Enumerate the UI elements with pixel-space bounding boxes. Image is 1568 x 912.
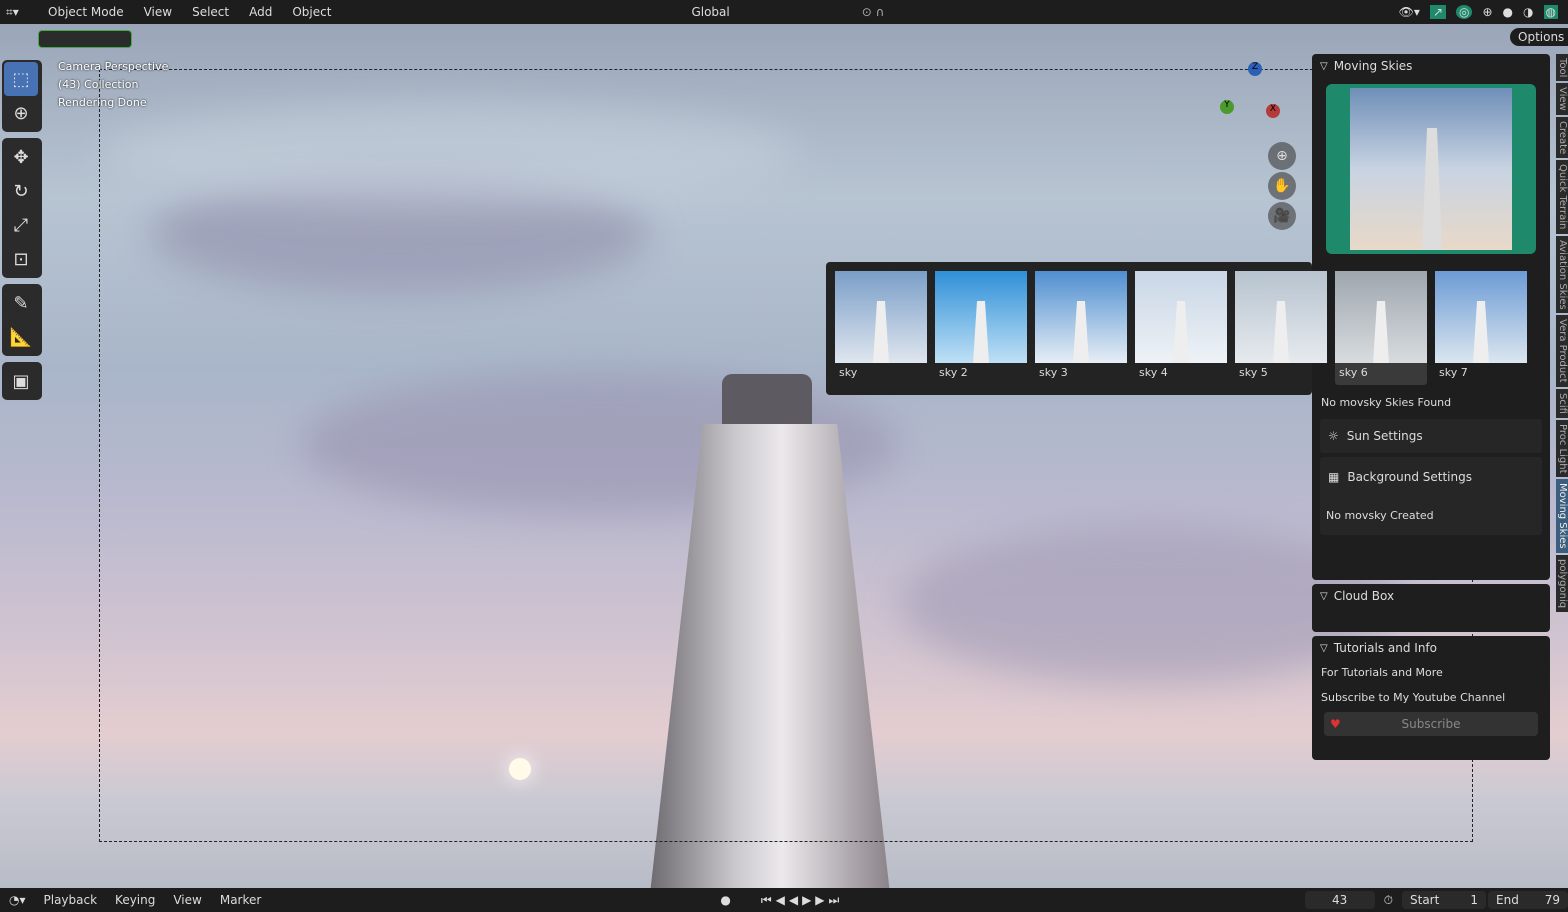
sky-thumbnail[interactable]: sky 3: [1035, 271, 1127, 385]
camera-view-icon[interactable]: 🎥: [1268, 202, 1296, 230]
tab-polygoniq[interactable]: polygoniq: [1556, 555, 1568, 613]
viewport-info-perspective: Camera Perspective: [58, 60, 169, 73]
menu-view[interactable]: View: [164, 893, 210, 907]
sky-thumbnail-label: sky 5: [1239, 366, 1268, 379]
sky-thumbnail-image: [1035, 271, 1127, 363]
sky-preview[interactable]: [1326, 84, 1536, 254]
select-box-icon[interactable]: ⬚: [4, 62, 38, 96]
material-shading-icon[interactable]: ◑: [1523, 5, 1533, 19]
sun-icon: ☼: [1328, 429, 1339, 443]
sky-thumbnail-label: sky 7: [1439, 366, 1468, 379]
pan-hand-icon[interactable]: ✋: [1268, 172, 1296, 200]
header: ⌗▾ Object Mode View Select Add Object Gl…: [0, 0, 1568, 24]
menu-playback[interactable]: Playback: [35, 893, 107, 907]
viewport-info-status: Rendering Done: [58, 96, 147, 109]
sky-thumbnail[interactable]: sky 5: [1235, 271, 1327, 385]
tab-proc-light[interactable]: Proc Light: [1556, 419, 1568, 478]
panel-header-moving-skies[interactable]: ▽ Moving Skies: [1312, 54, 1550, 78]
sky-thumbnail-label: sky 2: [939, 366, 968, 379]
overlay-toggle-icon[interactable]: ◎: [1456, 5, 1473, 19]
sky-thumbnail-label: sky 4: [1139, 366, 1168, 379]
sky-thumbnail-image: [1435, 271, 1527, 363]
panel-header-tutorials[interactable]: ▽ Tutorials and Info: [1312, 636, 1550, 660]
toolbar: ⬚ ⊕ ✥ ↻ ⤢ ⊡ ✎ 📐 ▣: [2, 60, 42, 406]
solid-shading-icon[interactable]: ●: [1503, 5, 1513, 19]
tab-vera-product[interactable]: Vera Product: [1556, 315, 1568, 388]
transform-icon[interactable]: ⊡: [4, 242, 38, 276]
tab-quick-terrain[interactable]: Quick Terrain: [1556, 160, 1568, 234]
sky-thumbnail-label: sky 3: [1039, 366, 1068, 379]
sky-thumbnail-image: [835, 271, 927, 363]
snap-icon[interactable]: ⊙ ∩: [862, 5, 885, 19]
record-icon[interactable]: ●: [720, 893, 730, 907]
viewport-info-collection: (43) Collection: [58, 78, 139, 91]
rotate-icon[interactable]: ↻: [4, 174, 38, 208]
sky-picker-popup: sky sky 2 sky 3 sky 4 sky 5 sky 6 sky 7: [826, 262, 1527, 395]
checker-icon: ▦: [1328, 469, 1340, 484]
no-skies-text: No movsky Skies Found: [1321, 396, 1452, 409]
sky-thumbnail-image: [1335, 271, 1427, 363]
current-frame-field[interactable]: 43: [1304, 891, 1375, 909]
menu-add[interactable]: Add: [241, 5, 280, 19]
timer-icon[interactable]: ⏱: [1375, 893, 1402, 908]
gizmo-toggle-icon[interactable]: ↗: [1429, 5, 1446, 19]
playback-controls[interactable]: ⏮◀◀▶▶⏭: [761, 893, 844, 908]
start-frame-field[interactable]: Start 1: [1402, 891, 1486, 909]
zoom-icon[interactable]: ⊕: [1268, 142, 1296, 170]
menu-object[interactable]: Object: [284, 5, 339, 19]
move-icon[interactable]: ✥: [4, 140, 38, 174]
tab-tool[interactable]: Tool: [1556, 54, 1568, 82]
mode-select[interactable]: Object Mode: [40, 5, 132, 19]
sky-thumbnail[interactable]: sky: [835, 271, 927, 385]
end-frame-field[interactable]: End 79: [1488, 891, 1568, 909]
annotate-icon[interactable]: ✎: [4, 286, 38, 320]
rendered-shading-icon[interactable]: ◍: [1543, 5, 1558, 19]
sky-thumbnail-image: [935, 271, 1027, 363]
options-button[interactable]: Options ▾: [1510, 28, 1568, 46]
menu-select[interactable]: Select: [184, 5, 237, 19]
sky-thumbnail[interactable]: sky 2: [935, 271, 1027, 385]
scale-icon[interactable]: ⤢: [4, 208, 38, 242]
heart-icon: ♥: [1330, 717, 1341, 731]
wireframe-shading-icon[interactable]: ⊕: [1482, 5, 1492, 19]
sidebar-panel: ▽ Moving Skies No movsky Skies Found ☼ Sun…: [1312, 54, 1550, 764]
add-cube-icon[interactable]: ▣: [4, 364, 38, 398]
panel-header-cloud-box[interactable]: ▽ Cloud Box: [1312, 584, 1550, 608]
orientation-select[interactable]: Global: [683, 5, 737, 19]
editor-type-icon[interactable]: ⌗▾: [6, 5, 36, 20]
sky-thumbnail-image: [1235, 271, 1327, 363]
sky-thumbnail-image: [1135, 271, 1227, 363]
menu-view[interactable]: View: [136, 5, 180, 19]
subscribe-button[interactable]: ♥ Subscribe: [1324, 712, 1538, 736]
sky-thumbnail[interactable]: sky 6: [1335, 271, 1427, 385]
sidebar-tabs: Tool View Create Quick Terrain Aviation Skie…: [1556, 54, 1568, 614]
visibility-icon[interactable]: 👁▾: [1399, 5, 1420, 19]
sky-thumbnail[interactable]: sky 4: [1135, 271, 1227, 385]
cursor-icon[interactable]: ⊕: [4, 96, 38, 130]
menu-marker[interactable]: Marker: [211, 893, 270, 907]
menu-keying[interactable]: Keying: [106, 893, 164, 907]
subscribe-text: Subscribe to My Youtube Channel: [1321, 691, 1506, 704]
sky-thumbnail-label: sky: [839, 366, 858, 379]
timeline-header: ◔▾ Playback Keying View Marker ● ⏮◀◀▶▶⏭ …: [0, 888, 1568, 912]
editor-type-icon[interactable]: ◔▾: [0, 893, 35, 907]
tutorials-text: For Tutorials and More: [1321, 666, 1443, 679]
no-created-text: No movsky Created: [1326, 509, 1434, 523]
measure-icon[interactable]: 📐: [4, 320, 38, 354]
tab-view[interactable]: View: [1556, 83, 1568, 116]
sky-thumbnail-label: sky 6: [1339, 366, 1368, 379]
tab-aviation-skies[interactable]: Aviation Skies: [1556, 235, 1568, 314]
sky-thumbnail[interactable]: sky 7: [1435, 271, 1527, 385]
select-mode-buttons[interactable]: [38, 30, 132, 48]
tab-scifi[interactable]: Scifi: [1556, 389, 1568, 418]
tab-create[interactable]: Create: [1556, 117, 1568, 159]
tab-moving-skies[interactable]: Moving Skies: [1556, 479, 1568, 554]
navigation-gizmo[interactable]: Z Y X: [1220, 62, 1280, 118]
sun-settings-panel[interactable]: ☼ Sun Settings: [1320, 419, 1542, 453]
camera-frame: [99, 69, 1473, 842]
background-settings-panel[interactable]: ▦ Background Settings No movsky Created: [1320, 457, 1542, 535]
